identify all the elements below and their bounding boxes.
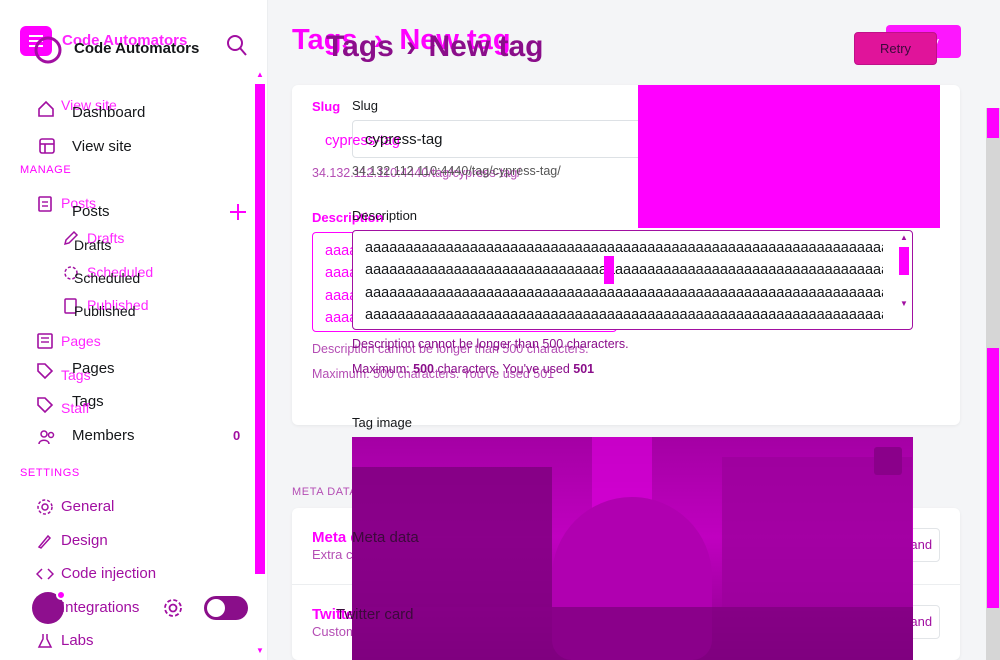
page-title: Tags › New tag	[326, 30, 544, 64]
retry-button[interactable]: Retry	[854, 32, 937, 65]
pages-icon	[37, 333, 53, 349]
sidebar-item-labs[interactable]: Labs	[61, 632, 94, 649]
code-icon	[36, 568, 54, 580]
settings-heading: SETTINGS	[20, 467, 80, 479]
breadcrumb-current: New tag	[428, 30, 544, 63]
sidebar-item-published[interactable]: Published	[74, 303, 136, 319]
slug-label: Slug	[352, 98, 379, 113]
char-count: Maximum: 500 characters. You've used 501	[352, 362, 595, 376]
gear-icon	[37, 499, 53, 515]
sidebar-item-drafts[interactable]: Drafts	[74, 237, 111, 253]
sidebar-item-design[interactable]: Design	[61, 532, 108, 549]
sidebar-item-view-site[interactable]: View site	[72, 138, 132, 155]
magenta-overlay	[638, 85, 940, 228]
sidebar-item-posts[interactable]: Posts	[72, 203, 110, 220]
flask-icon	[37, 634, 53, 648]
slug-url: 34.132.112.110:4440/tag/cypress-tag/	[352, 164, 561, 178]
breadcrumb-separator: ›	[406, 30, 417, 63]
tag-image[interactable]	[352, 437, 913, 660]
tag-icon	[37, 363, 54, 380]
pages-ghost: Pages	[61, 333, 101, 349]
description-label: Description	[352, 208, 418, 223]
members-icon	[38, 430, 55, 445]
sidebar-item-dashboard[interactable]: Dashboard	[72, 104, 145, 121]
search-icon[interactable]	[226, 34, 248, 58]
tag-image-label: Tag image	[352, 415, 412, 430]
brush-icon	[37, 534, 52, 549]
posts-icon	[38, 196, 52, 212]
dark-mode-toggle[interactable]	[204, 596, 248, 620]
slug-value: cypress-tag	[365, 131, 443, 148]
slug-label-ghost: Slug	[312, 99, 341, 114]
sidebar-item-integrations[interactable]: Integrations	[61, 599, 139, 616]
staff-ghost: Staff	[61, 400, 90, 416]
description-text: aaaaaaaaaaaaaaaaaaaaaaaaaaaaaaaaaaaaaaaa…	[365, 240, 883, 323]
description-error: Description cannot be longer than 500 ch…	[352, 337, 629, 351]
sidebar-item-code-injection[interactable]: Code injection	[61, 565, 156, 582]
layout-icon	[39, 138, 55, 154]
textarea-scrollbar[interactable]: ▲ ▼	[898, 233, 910, 327]
meta-section-heading: META DATA	[292, 486, 358, 498]
notification-dot	[56, 590, 66, 600]
sidebar-item-general[interactable]: General	[61, 498, 114, 515]
delete-image-icon[interactable]	[874, 447, 902, 475]
add-post-icon[interactable]	[228, 202, 248, 222]
sidebar-item-scheduled[interactable]: Scheduled	[74, 270, 140, 286]
sidebar-scrollbar[interactable]: ▲ ▼	[254, 70, 266, 660]
settings-gear-icon[interactable]	[162, 597, 184, 619]
page-scrollbar[interactable]	[986, 108, 1000, 660]
textarea-scrollbar-ghost	[603, 236, 615, 326]
site-title[interactable]: Code Automators	[74, 40, 199, 57]
avatar[interactable]	[32, 590, 66, 624]
members-count-badge: 0	[233, 428, 241, 443]
staff-icon	[37, 397, 54, 414]
home-icon	[38, 100, 54, 117]
manage-heading: MANAGE	[20, 164, 72, 176]
meta-data-overlap: Meta data	[352, 529, 419, 546]
sidebar: Code Automators Code Automators ▲ ▼ View…	[0, 0, 268, 660]
tags-ghost: Tags	[61, 367, 91, 383]
breadcrumb-tags-link[interactable]: Tags	[326, 30, 394, 63]
site-ring-icon	[34, 36, 62, 64]
twitter-card-overlap: Twitter card	[336, 606, 414, 623]
sidebar-item-members[interactable]: Members	[72, 427, 135, 444]
